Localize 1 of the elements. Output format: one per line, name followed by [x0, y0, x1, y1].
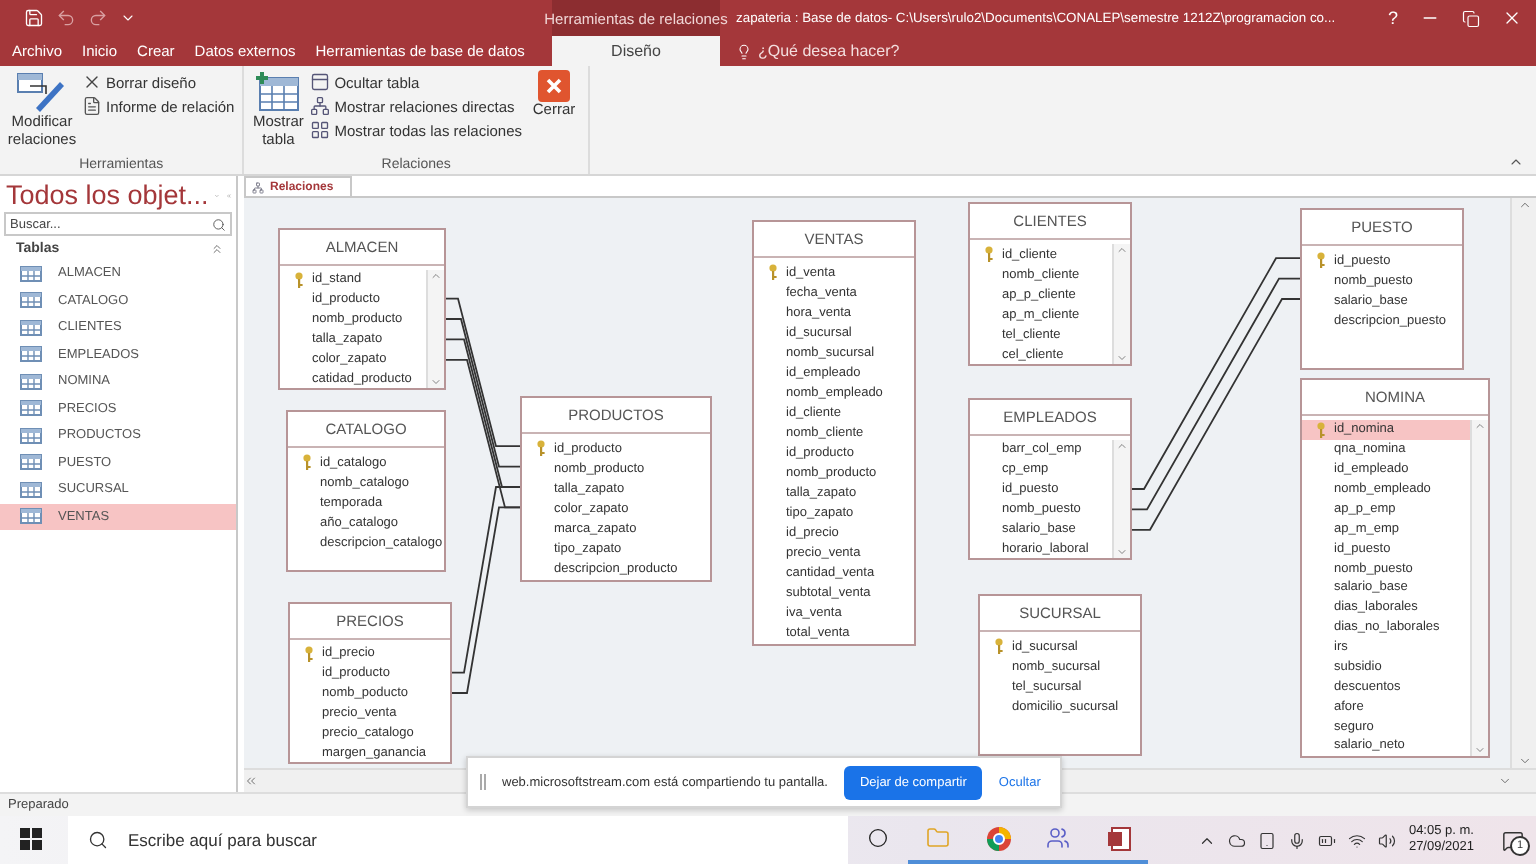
nav-pane-title: Todos los objet...: [6, 180, 209, 210]
